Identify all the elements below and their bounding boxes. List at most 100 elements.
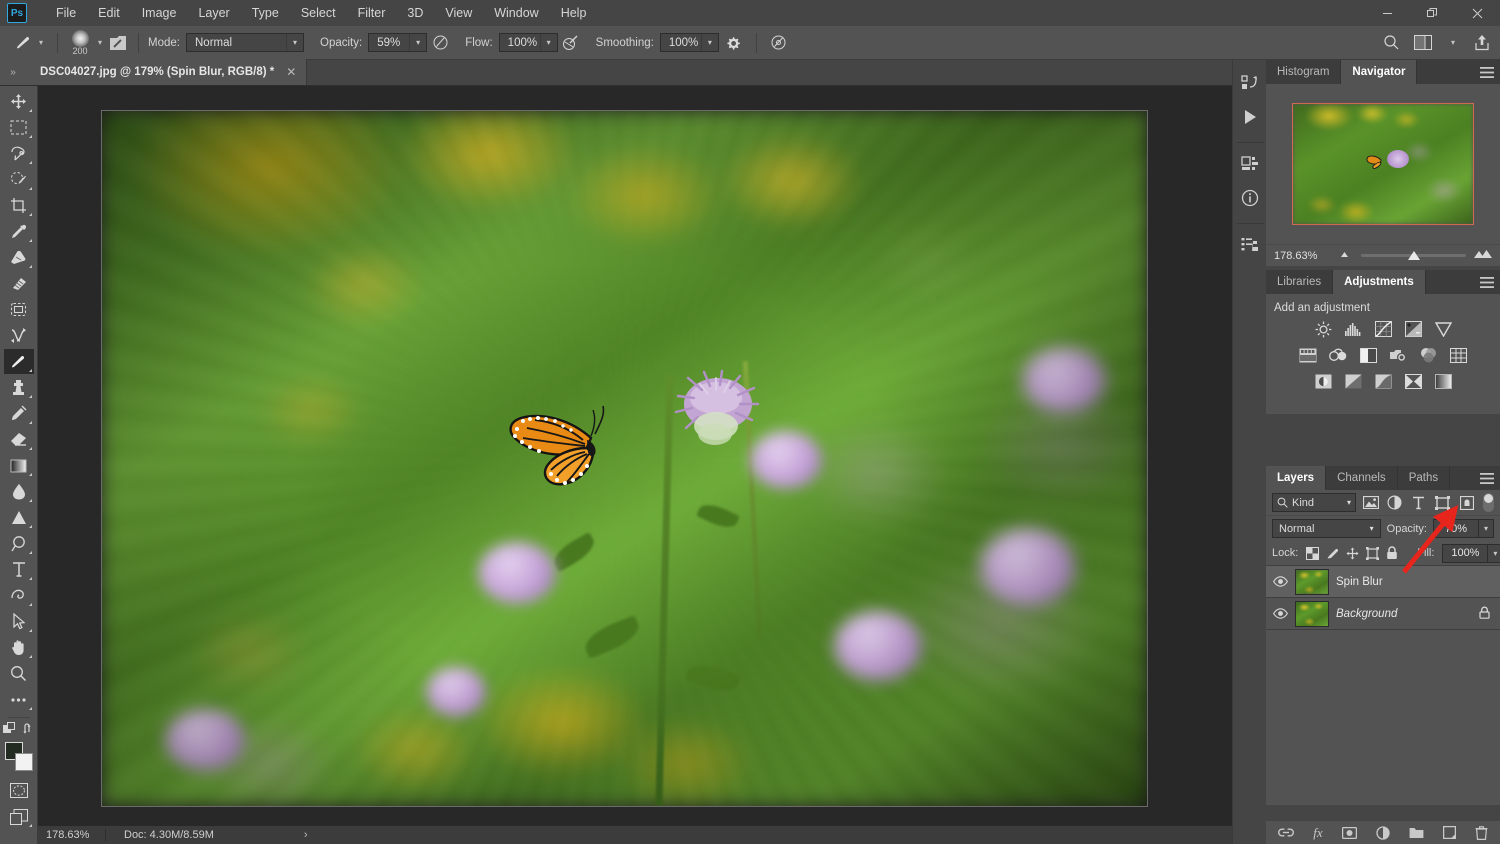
selective-color-icon[interactable] [1403,372,1423,390]
layers-panel-menu-icon[interactable] [1480,466,1494,490]
chevron-down-icon[interactable]: ▾ [1479,519,1494,538]
layer-fill-field[interactable]: 100% [1442,544,1488,563]
blend-mode-select[interactable]: Normal ▾ [186,33,304,52]
collapse-panel-icon[interactable]: » [0,59,26,85]
brush-panel-caret-icon[interactable]: ▾ [93,38,107,47]
filter-pixel-icon[interactable] [1361,493,1380,512]
layers-empty-space[interactable] [1266,630,1500,805]
navigator-panel-menu-icon[interactable] [1480,60,1494,84]
move-tool[interactable] [4,89,34,114]
menu-layer[interactable]: Layer [187,1,240,25]
content-aware-tool[interactable] [4,297,34,322]
pen-tool[interactable] [4,531,34,556]
exposure-icon[interactable] [1403,320,1423,338]
brush-tool-icon[interactable] [12,34,34,51]
close-button[interactable] [1455,0,1500,26]
layer-name[interactable]: Spin Blur [1336,576,1494,588]
screen-mode-icon[interactable] [4,804,34,829]
menu-file[interactable]: File [45,1,87,25]
lock-image-pixels-icon[interactable] [1326,546,1339,561]
tab-histogram[interactable]: Histogram [1266,60,1341,84]
filter-adjustment-icon[interactable] [1385,493,1404,512]
patch-tool[interactable] [4,271,34,296]
layer-name[interactable]: Background [1336,608,1472,620]
direct-selection-tool[interactable] [4,609,34,634]
pressure-opacity-icon[interactable] [427,34,453,51]
tab-paths[interactable]: Paths [1398,466,1450,490]
lock-position-icon[interactable] [1346,546,1359,561]
search-icon[interactable] [1383,34,1400,51]
curves-icon[interactable] [1373,320,1393,338]
crop-tool[interactable] [4,193,34,218]
add-layer-mask-icon[interactable] [1342,827,1357,839]
menu-edit[interactable]: Edit [87,1,131,25]
history-icon[interactable] [1236,68,1264,98]
swap-colors-icon[interactable] [23,723,35,738]
eyedropper-tool[interactable] [4,219,34,244]
black-white-icon[interactable] [1358,346,1378,364]
hue-saturation-icon[interactable] [1298,346,1318,364]
status-zoom-level[interactable]: 178.63% [38,829,106,841]
path-selection-tool[interactable] [4,583,34,608]
properties-icon[interactable] [1236,149,1264,179]
link-layers-icon[interactable] [1278,827,1294,838]
brush-settings-panel-icon[interactable] [107,34,129,52]
brush-smoothing-field[interactable]: 100% ▾ [660,33,719,52]
navigator-zoom-slider[interactable] [1361,249,1466,263]
type-tool[interactable] [4,557,34,582]
share-icon[interactable] [1474,34,1490,51]
hand-tool[interactable] [4,635,34,660]
minimize-button[interactable] [1365,0,1410,26]
status-expand-icon[interactable]: › [304,829,308,841]
menu-window[interactable]: Window [483,1,549,25]
new-layer-icon[interactable] [1443,826,1456,839]
lock-all-icon[interactable] [1386,546,1398,561]
invert-icon[interactable] [1313,372,1333,390]
spot-healing-brush-tool[interactable] [4,245,34,270]
threshold-icon[interactable] [1373,372,1393,390]
tab-libraries[interactable]: Libraries [1266,270,1333,294]
history-brush-tool[interactable] [4,401,34,426]
zoom-out-icon[interactable] [1340,250,1353,261]
chevron-down-icon[interactable]: ▾ [701,34,718,51]
gear-icon[interactable] [719,35,747,51]
pressure-size-icon[interactable] [766,34,792,51]
layer-opacity-field[interactable]: 70% [1433,519,1479,538]
brightness-contrast-icon[interactable] [1313,320,1333,338]
chevron-down-icon[interactable]: ▾ [1446,38,1460,47]
levels-icon[interactable] [1343,320,1363,338]
menu-help[interactable]: Help [550,1,598,25]
lasso-tool[interactable] [4,141,34,166]
filter-type-icon[interactable] [1409,493,1428,512]
layer-blend-mode-select[interactable]: Normal ▾ [1272,519,1381,538]
tool-presets-icon[interactable] [1236,230,1264,260]
menu-type[interactable]: Type [241,1,290,25]
menu-view[interactable]: View [434,1,483,25]
navigator-zoom-value[interactable]: 178.63% [1274,250,1332,262]
filter-shape-icon[interactable] [1433,493,1452,512]
object-selection-tool[interactable] [4,167,34,192]
navigator-thumbnail[interactable] [1292,103,1474,225]
chevron-down-icon[interactable]: ▾ [1488,544,1500,563]
layer-row-spin-blur[interactable]: Spin Blur [1266,566,1500,598]
dodge-tool[interactable] [4,505,34,530]
airbrush-icon[interactable] [558,34,584,51]
tab-layers[interactable]: Layers [1266,466,1326,490]
color-balance-icon[interactable] [1328,346,1348,364]
default-colors-icon[interactable] [3,722,16,738]
actions-play-icon[interactable] [1236,102,1264,132]
menu-image[interactable]: Image [131,1,188,25]
brush-preset-caret-icon[interactable]: ▾ [34,38,48,47]
canvas-area[interactable] [38,86,1232,826]
menu-select[interactable]: Select [290,1,347,25]
new-group-icon[interactable] [1409,827,1424,839]
chevron-down-icon[interactable]: ▾ [540,34,557,51]
photo-filter-icon[interactable] [1388,346,1408,364]
workspace-icon[interactable] [1414,35,1432,50]
channel-mixer-icon[interactable] [1418,346,1438,364]
vibrance-icon[interactable] [1433,320,1453,338]
lock-transparent-pixels-icon[interactable] [1306,546,1319,561]
layer-filter-kind-select[interactable]: Kind ▾ [1272,493,1356,512]
color-swatches[interactable] [4,742,34,772]
brush-flow-field[interactable]: 100% ▾ [499,33,558,52]
